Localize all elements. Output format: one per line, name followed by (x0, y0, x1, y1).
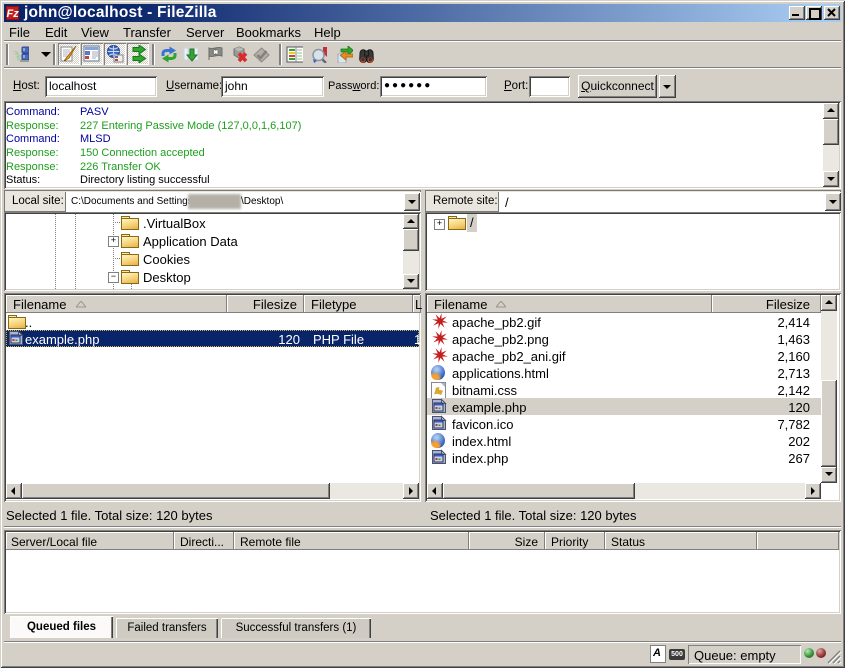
svg-text:Fz: Fz (7, 8, 20, 20)
